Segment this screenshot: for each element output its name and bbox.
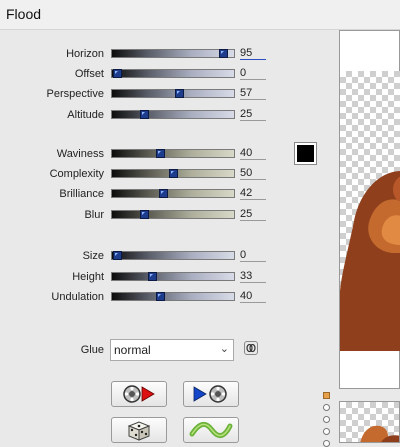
window-title: Flood	[6, 6, 42, 22]
perspective-label: Perspective	[46, 88, 104, 100]
undulation-slider[interactable]	[111, 292, 235, 301]
altitude-value-input[interactable]: 25	[240, 108, 266, 121]
blur-slider-thumb[interactable]	[139, 210, 149, 219]
orange-marker	[323, 392, 330, 399]
waviness-slider-thumb[interactable]	[155, 149, 165, 158]
offset-slider-thumb[interactable]	[112, 69, 122, 78]
waviness-value-input[interactable]: 40	[240, 147, 266, 160]
brilliance-slider[interactable]	[111, 189, 235, 198]
undulation-slider-thumb[interactable]	[155, 292, 165, 301]
waviness-slider[interactable]	[111, 149, 235, 158]
offset-label: Offset	[74, 68, 104, 80]
complexity-slider-thumb[interactable]	[169, 169, 178, 178]
height-slider-thumb[interactable]	[148, 272, 158, 281]
offset-slider[interactable]	[111, 69, 235, 78]
preview-image	[340, 171, 400, 351]
perspective-value-input[interactable]: 57	[240, 87, 266, 100]
offset-value-input[interactable]: 0	[240, 67, 266, 80]
size-label: Size	[82, 250, 104, 262]
undulation-label: Undulation	[51, 291, 104, 303]
randomize-button[interactable]	[111, 417, 167, 443]
altitude-slider-thumb[interactable]	[139, 110, 149, 119]
color-swatch[interactable]	[294, 142, 317, 165]
dice-icon	[127, 421, 151, 441]
glue-select-value: normal	[114, 343, 151, 357]
load-preset-button[interactable]	[111, 381, 167, 407]
perspective-slider[interactable]	[111, 89, 235, 98]
link-icon[interactable]	[244, 341, 258, 355]
perspective-slider-thumb[interactable]	[175, 89, 185, 98]
wave-preview-button[interactable]	[183, 417, 239, 443]
marker-dot-2[interactable]	[323, 416, 330, 423]
glue-select[interactable]: normal ⌄	[110, 339, 234, 361]
title-bar: Flood	[0, 0, 400, 30]
complexity-value-input[interactable]: 50	[240, 167, 266, 180]
preview-panel[interactable]	[339, 30, 400, 389]
blur-value-input[interactable]: 25	[240, 208, 266, 221]
complexity-slider[interactable]	[111, 169, 235, 178]
brilliance-value-input[interactable]: 42	[240, 187, 266, 200]
size-slider-thumb[interactable]	[112, 251, 122, 260]
film-reel-play-icon	[123, 385, 155, 403]
blur-slider[interactable]	[111, 210, 235, 219]
glue-label: Glue	[80, 344, 104, 356]
complexity-label: Complexity	[49, 168, 104, 180]
horizon-slider-thumb[interactable]	[219, 49, 229, 58]
height-value-input[interactable]: 33	[240, 270, 266, 283]
thumbnail-image	[360, 425, 399, 442]
blur-label: Blur	[84, 209, 104, 221]
marker-dot-1[interactable]	[323, 404, 330, 411]
chevron-down-icon: ⌄	[219, 343, 229, 355]
link-icon-glyph	[246, 343, 256, 353]
horizon-value-input[interactable]: 95	[240, 47, 266, 60]
brilliance-label: Brilliance	[59, 188, 104, 200]
marker-dot-3[interactable]	[323, 428, 330, 435]
height-label: Height	[72, 271, 104, 283]
save-preset-button[interactable]	[183, 381, 239, 407]
horizon-slider[interactable]	[111, 49, 235, 58]
wave-icon	[189, 422, 233, 438]
play-film-reel-icon	[193, 385, 227, 403]
altitude-slider[interactable]	[111, 110, 235, 119]
altitude-label: Altitude	[67, 109, 104, 121]
horizon-label: Horizon	[66, 48, 104, 60]
undulation-value-input[interactable]: 40	[240, 290, 266, 303]
preview-thumbnail[interactable]	[339, 401, 400, 443]
marker-dot-4[interactable]	[323, 440, 330, 447]
brilliance-slider-thumb[interactable]	[159, 189, 169, 198]
height-slider[interactable]	[111, 272, 235, 281]
waviness-label: Waviness	[56, 148, 104, 160]
size-slider[interactable]	[111, 251, 235, 260]
size-value-input[interactable]: 0	[240, 249, 266, 262]
